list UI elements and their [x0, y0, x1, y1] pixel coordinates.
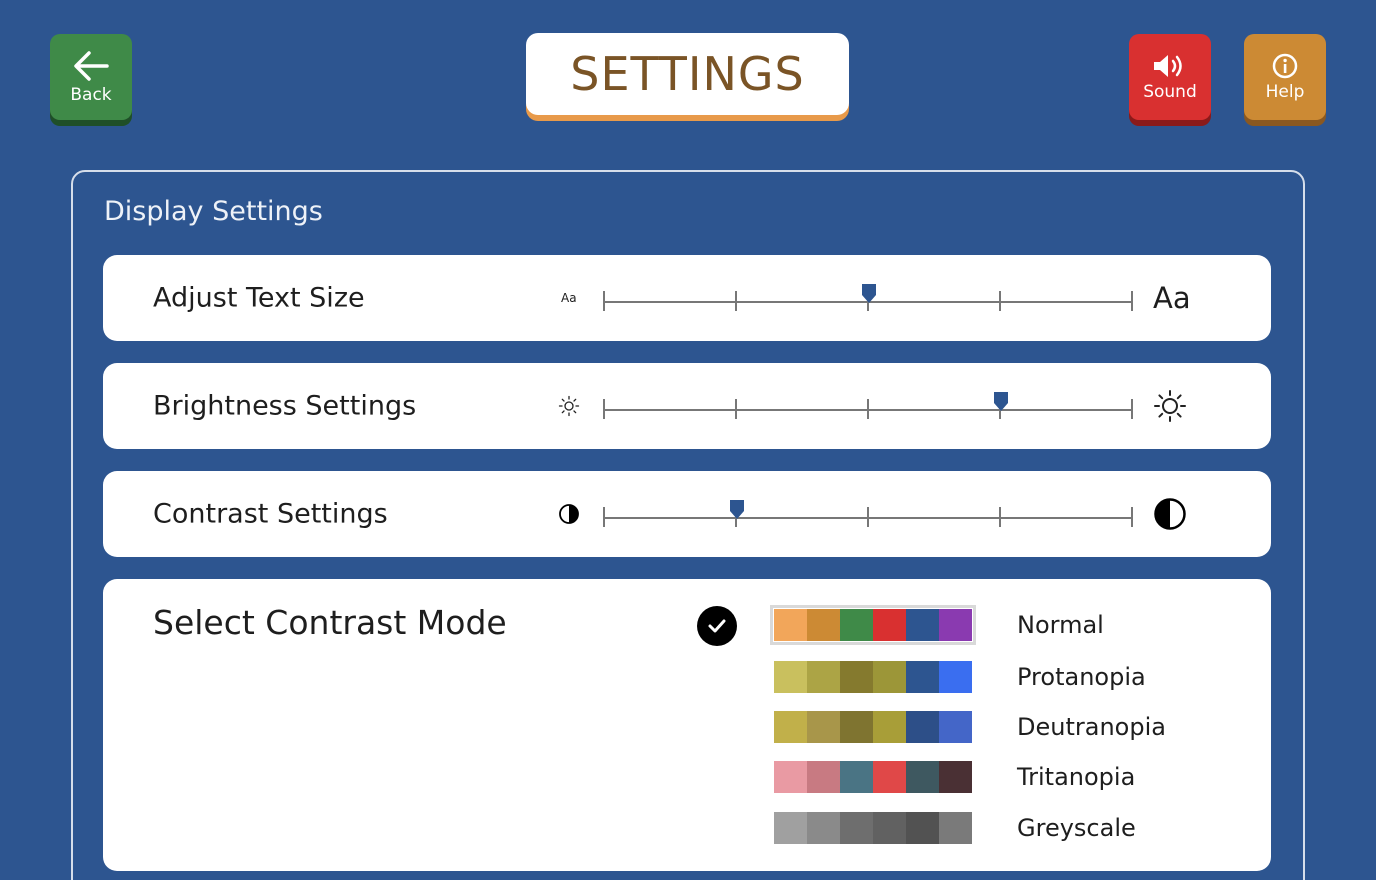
color-swatch	[873, 711, 906, 743]
color-swatch	[840, 609, 873, 641]
arrow-left-icon	[74, 51, 109, 81]
color-swatch	[939, 812, 972, 844]
color-swatch	[840, 661, 873, 693]
color-swatch	[906, 711, 939, 743]
color-swatch	[873, 812, 906, 844]
slider-thumb[interactable]	[729, 499, 744, 519]
page-title-box: SETTINGS	[526, 33, 849, 115]
text-size-label: Adjust Text Size	[153, 282, 365, 314]
help-label: Help	[1265, 82, 1305, 102]
back-button[interactable]: Back	[50, 34, 132, 120]
color-swatch	[774, 761, 807, 793]
sound-label: Sound	[1143, 82, 1197, 102]
color-swatch	[939, 761, 972, 793]
brightness-card: Brightness Settings	[103, 363, 1271, 449]
color-swatch	[873, 761, 906, 793]
contrast-small-icon	[559, 504, 579, 524]
checkmark-icon	[697, 606, 737, 646]
text-size-card: Adjust Text Size Aa Aa	[103, 255, 1271, 341]
color-swatch	[873, 609, 906, 641]
color-swatch	[774, 609, 807, 641]
color-swatch	[807, 609, 840, 641]
contrast-slider[interactable]	[603, 471, 1133, 557]
slider-thumb[interactable]	[993, 391, 1008, 411]
panel-title: Display Settings	[104, 196, 323, 227]
slider-tick	[735, 399, 737, 419]
slider-tick	[999, 291, 1001, 311]
color-swatch	[807, 812, 840, 844]
color-swatch	[807, 661, 840, 693]
contrast-large-icon	[1154, 498, 1186, 530]
contrast-mode-label[interactable]: Tritanopia	[1017, 763, 1135, 791]
contrast-label: Contrast Settings	[153, 498, 388, 530]
color-swatch	[774, 661, 807, 693]
help-button[interactable]: Help	[1244, 34, 1326, 120]
sound-button[interactable]: Sound	[1129, 34, 1211, 120]
color-swatch	[774, 711, 807, 743]
contrast-card: Contrast Settings	[103, 471, 1271, 557]
page-title: SETTINGS	[570, 47, 805, 101]
speaker-icon	[1154, 55, 1182, 77]
color-swatch	[939, 661, 972, 693]
color-swatch	[873, 661, 906, 693]
slider-tick	[999, 507, 1001, 527]
text-size-large-icon: Aa	[1153, 281, 1191, 315]
slider-tick	[1131, 291, 1133, 311]
color-swatch	[939, 711, 972, 743]
slider-tick	[1131, 399, 1133, 419]
contrast-mode-label[interactable]: Deutranopia	[1017, 713, 1166, 741]
slider-tick	[603, 399, 605, 419]
contrast-mode-swatch-deutranopia[interactable]	[774, 711, 972, 743]
color-swatch	[939, 609, 972, 641]
color-swatch	[840, 711, 873, 743]
color-swatch	[906, 812, 939, 844]
color-swatch	[840, 812, 873, 844]
color-swatch	[906, 609, 939, 641]
contrast-mode-label[interactable]: Greyscale	[1017, 814, 1136, 842]
slider-tick	[867, 507, 869, 527]
contrast-mode-card: Select Contrast Mode Normal Protanopia Deu…	[103, 579, 1271, 871]
slider-tick	[735, 291, 737, 311]
slider-tick	[603, 507, 605, 527]
brightness-label: Brightness Settings	[153, 390, 417, 422]
contrast-mode-swatch-tritanopia[interactable]	[774, 761, 972, 793]
brightness-slider[interactable]	[603, 363, 1133, 449]
contrast-mode-swatch-greyscale[interactable]	[774, 812, 972, 844]
contrast-mode-label[interactable]: Normal	[1017, 611, 1104, 639]
contrast-mode-title: Select Contrast Mode	[153, 603, 507, 642]
color-swatch	[840, 761, 873, 793]
slider-tick	[867, 399, 869, 419]
slider-tick	[603, 291, 605, 311]
info-icon	[1272, 53, 1298, 79]
text-size-slider[interactable]	[603, 255, 1133, 341]
color-swatch	[807, 761, 840, 793]
slider-thumb[interactable]	[861, 283, 876, 303]
contrast-mode-swatch-protanopia[interactable]	[774, 661, 972, 693]
contrast-mode-label[interactable]: Protanopia	[1017, 663, 1146, 691]
text-size-small-icon: Aa	[561, 291, 577, 305]
back-label: Back	[70, 85, 112, 105]
sun-large-icon	[1154, 390, 1186, 422]
sun-small-icon	[558, 395, 580, 417]
color-swatch	[807, 711, 840, 743]
color-swatch	[906, 761, 939, 793]
color-swatch	[906, 661, 939, 693]
contrast-mode-swatch-normal[interactable]	[770, 605, 976, 645]
slider-tick	[1131, 507, 1133, 527]
color-swatch	[774, 812, 807, 844]
